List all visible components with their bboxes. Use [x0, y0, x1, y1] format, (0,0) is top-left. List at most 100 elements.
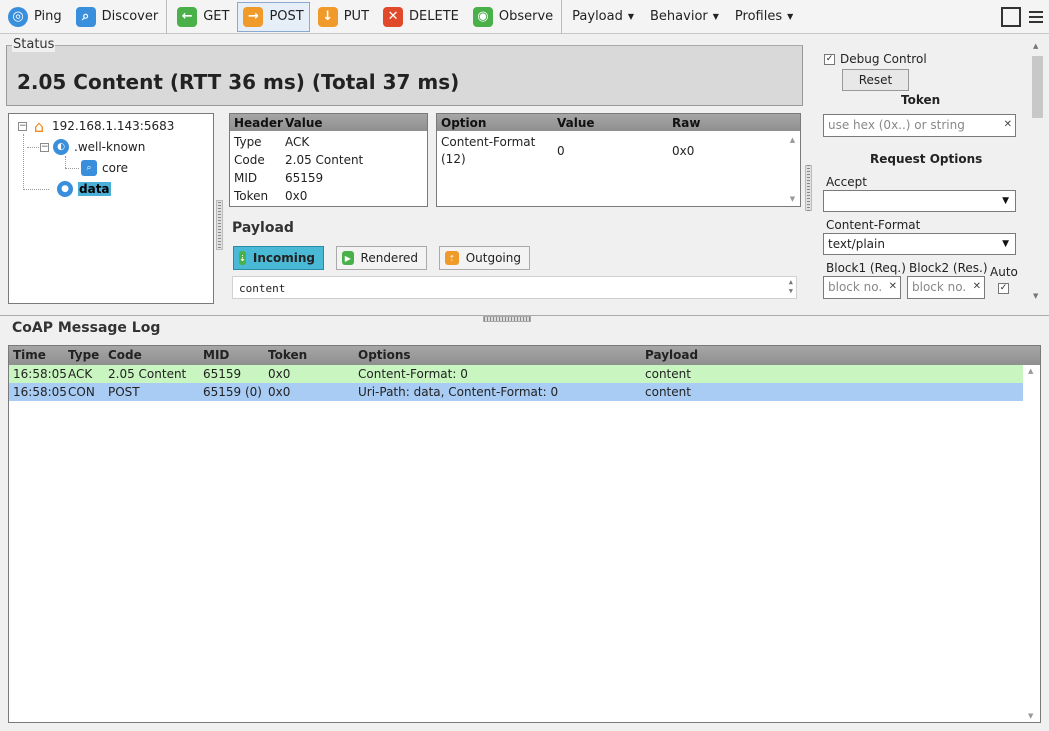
payload-menu[interactable]: Payload ▼	[564, 2, 642, 32]
post-label: POST	[269, 9, 304, 24]
header-value: 65159	[285, 171, 324, 185]
profiles-menu[interactable]: Profiles ▼	[727, 2, 801, 32]
col-code: Code	[108, 348, 142, 362]
tree-node-core[interactable]: ⌕ core	[77, 159, 128, 177]
right-panel-scrollbar[interactable]: ▲ ▼	[1029, 40, 1046, 310]
request-options-title: Request Options	[870, 152, 983, 166]
option-name: Content-Format	[441, 135, 536, 149]
col-header: Header	[234, 115, 283, 130]
close-icon: ✕	[383, 6, 404, 27]
tree-node-wellknown[interactable]: − ◐ .well-known	[40, 138, 145, 156]
payload-menu-label: Payload	[572, 9, 623, 24]
col-value: Value	[557, 115, 595, 130]
payload-spinner[interactable]: ▲ ▼	[789, 278, 793, 296]
accept-select[interactable]: ▼	[823, 190, 1016, 212]
observe-button[interactable]: ◉ Observe	[467, 2, 559, 32]
clear-icon[interactable]: ✕	[1004, 119, 1012, 130]
behavior-menu-label: Behavior	[650, 9, 708, 24]
token-title: Token	[901, 93, 941, 107]
caret-down-icon: ▼	[787, 12, 794, 21]
arrow-left-icon: ←	[177, 6, 198, 27]
maximize-icon[interactable]	[1001, 6, 1021, 27]
log-options: Content-Format: 0	[358, 367, 468, 381]
tree-node-data[interactable]: ● data	[53, 180, 111, 198]
header-key: Code	[234, 153, 265, 167]
toolbar: ◎ Ping ⌕ Discover ← GET → POST ↓ PUT ✕ D…	[0, 0, 1049, 34]
splitter-right[interactable]	[805, 165, 812, 211]
token-input[interactable]: use hex (0x..) or string ✕	[823, 114, 1016, 137]
discover-label: Discover	[101, 9, 159, 24]
block2-placeholder: block no.	[912, 280, 967, 294]
rss-icon: ◉	[472, 6, 493, 27]
log-payload: content	[645, 385, 691, 399]
header-key: MID	[234, 171, 258, 185]
block1-placeholder: block no.	[828, 280, 883, 294]
ping-button[interactable]: ◎ Ping	[2, 2, 68, 32]
discover-icon: ⌕	[75, 6, 96, 27]
options-table: Option Value Raw Content-Format (12) 0 0…	[436, 113, 801, 207]
log-token: 0x0	[268, 385, 291, 399]
message-log-table: Time Type Code MID Token Options Payload…	[8, 345, 1041, 723]
content-format-select[interactable]: text/plain ▼	[823, 233, 1016, 255]
header-table-head: Header Value	[230, 114, 427, 131]
reset-button-label: Reset	[858, 73, 893, 87]
put-button[interactable]: ↓ PUT	[312, 2, 375, 32]
delete-button[interactable]: ✕ DELETE	[377, 2, 465, 32]
block2-input[interactable]: block no. ✕	[907, 276, 985, 299]
log-scrollbar[interactable]: ▲ ▼	[1025, 366, 1039, 721]
tab-rendered[interactable]: ▶ Rendered	[336, 246, 427, 270]
discover-button[interactable]: ⌕ Discover	[70, 2, 165, 32]
header-key: Type	[234, 135, 262, 149]
globe-icon: ◐	[53, 139, 69, 155]
log-options: Uri-Path: data, Content-Format: 0	[358, 385, 559, 399]
log-row[interactable]: 16:58:05 CON POST 65159 (0) 0x0 Uri-Path…	[9, 383, 1023, 401]
collapse-icon[interactable]: −	[40, 142, 49, 152]
debug-control-checkbox[interactable]: ✓	[824, 54, 835, 65]
tab-outgoing[interactable]: ⇡ Outgoing	[439, 246, 530, 270]
collapse-icon[interactable]: −	[18, 121, 27, 131]
clear-icon[interactable]: ✕	[889, 281, 897, 292]
block2-label: Block2 (Res.)	[909, 261, 988, 275]
status-box: 2.05 Content (RTT 36 ms) (Total 37 ms)	[6, 45, 803, 106]
get-button[interactable]: ← GET	[171, 2, 235, 32]
content-format-value: text/plain	[828, 237, 885, 251]
splitter-horizontal[interactable]	[483, 316, 531, 322]
delete-label: DELETE	[409, 9, 459, 24]
caret-down-icon: ▼	[627, 12, 635, 21]
behavior-menu[interactable]: Behavior ▼	[642, 2, 727, 32]
auto-checkbox[interactable]: ✓	[998, 283, 1009, 294]
payload-textarea[interactable]: content ▲ ▼	[232, 276, 797, 299]
clear-icon[interactable]: ✕	[973, 281, 981, 292]
block1-input[interactable]: block no. ✕	[823, 276, 901, 299]
options-scrollbar[interactable]: ▲ ▼	[786, 132, 799, 205]
option-value: 0	[557, 144, 565, 158]
col-time: Time	[13, 348, 46, 362]
content-format-label: Content-Format	[826, 218, 921, 232]
header-key: Token	[234, 189, 269, 203]
tab-incoming[interactable]: ⇣ Incoming	[233, 246, 324, 270]
header-value: ACK	[285, 135, 310, 149]
payload-title: Payload	[232, 220, 294, 236]
log-row[interactable]: 16:58:05 ACK 2.05 Content 65159 0x0 Cont…	[9, 365, 1023, 383]
tab-incoming-label: Incoming	[252, 251, 315, 265]
tree-node-root-label: 192.168.1.143:5683	[52, 119, 175, 133]
get-label: GET	[203, 9, 230, 24]
home-icon: ⌂	[33, 116, 45, 136]
caret-down-icon: ▼	[712, 12, 719, 21]
option-number: (12)	[441, 152, 466, 166]
reset-button[interactable]: Reset	[842, 69, 909, 91]
observe-label: Observe	[498, 9, 554, 24]
splitter-left[interactable]	[216, 200, 223, 250]
post-button[interactable]: → POST	[237, 1, 310, 32]
tree-node-root[interactable]: − ⌂ 192.168.1.143:5683	[18, 116, 175, 136]
log-token: 0x0	[268, 367, 291, 381]
resource-icon: ●	[57, 181, 73, 197]
search-icon: ⌕	[81, 160, 97, 176]
log-type: CON	[68, 385, 95, 399]
accept-label: Accept	[826, 175, 867, 189]
log-time: 16:58:05	[13, 367, 67, 381]
status-panel: 2.05 Content (RTT 36 ms) (Total 37 ms) S…	[6, 37, 803, 107]
log-payload: content	[645, 367, 691, 381]
scrollbar-thumb[interactable]	[1032, 56, 1043, 118]
hamburger-menu-icon[interactable]	[1029, 10, 1043, 23]
